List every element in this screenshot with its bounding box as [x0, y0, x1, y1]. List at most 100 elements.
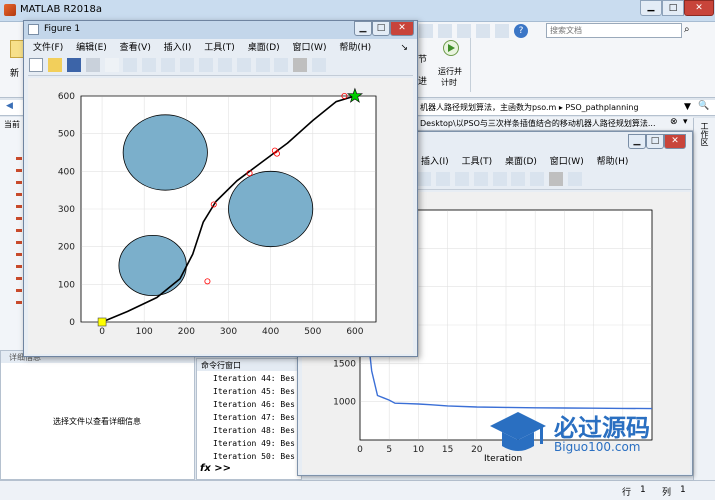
x-tick-label: 600: [346, 327, 363, 337]
new-script-icon[interactable]: [10, 40, 24, 58]
pan-icon[interactable]: [161, 58, 176, 72]
figure1-menu-item[interactable]: 窗口(W): [288, 42, 332, 55]
figure2-menu-item[interactable]: 工具(T): [457, 156, 498, 169]
play-icon: [448, 44, 455, 52]
datacursor-icon[interactable]: [198, 58, 213, 72]
figure-icon: [28, 24, 39, 35]
figure1-window: Figure 1 ▁ □ ✕ 文件(F) 编辑(E) 查看(V) 插入(I) 工…: [23, 20, 418, 357]
colorbar-icon[interactable]: [511, 172, 526, 186]
figure1-close-button[interactable]: ✕: [390, 21, 414, 36]
x-tick-label: 20: [471, 445, 483, 455]
figure2-menu-item[interactable]: 桌面(D): [500, 156, 542, 169]
figure1-menu-bar: 文件(F) 编辑(E) 查看(V) 插入(I) 工具(T) 桌面(D) 窗口(W…: [28, 42, 413, 56]
status-col-label: 列: [662, 488, 672, 498]
x-tick-label: 400: [262, 327, 279, 337]
status-col-value: 1: [680, 485, 686, 495]
figure1-menu-item[interactable]: 帮助(H): [334, 42, 376, 55]
figure1-toolbar: [28, 58, 413, 76]
undo-icon[interactable]: [476, 24, 490, 38]
menu-overflow-icon[interactable]: ↘: [395, 42, 413, 55]
rotate-icon[interactable]: [180, 58, 194, 72]
rotate-icon[interactable]: [435, 172, 450, 186]
hide-plot-tools-icon[interactable]: [293, 58, 308, 72]
editor-close-icon[interactable]: ⊗: [670, 117, 678, 127]
legend-icon[interactable]: [274, 58, 289, 72]
run-and-time-line2: 计时: [441, 78, 457, 87]
colorbar-icon[interactable]: [255, 58, 270, 72]
figure1-menu-item[interactable]: 查看(V): [115, 42, 156, 55]
copy-icon[interactable]: [438, 24, 452, 38]
zoom-in-icon[interactable]: [123, 58, 138, 72]
current-folder-label: 当前: [4, 120, 20, 129]
figure1-title: Figure 1: [44, 24, 81, 34]
x-tick-label: 500: [304, 327, 321, 337]
x-tick-label: 10: [413, 445, 425, 455]
main-maximize-button[interactable]: □: [662, 0, 684, 16]
y-tick-label: 600: [58, 92, 75, 102]
command-line: Iteration 48: Bes: [213, 426, 295, 435]
status-row-label: 行: [622, 488, 632, 498]
figure2-menu-item[interactable]: 窗口(W): [545, 156, 589, 169]
watermark-url: Biguo100.com: [554, 440, 641, 454]
save-icon[interactable]: [66, 58, 81, 72]
figure2-minimize-button[interactable]: ▁: [628, 134, 646, 149]
paste-icon[interactable]: [457, 24, 471, 38]
obstacle-circle: [118, 234, 187, 297]
figure1-minimize-button[interactable]: ▁: [354, 21, 372, 36]
hide-plot-tools-icon[interactable]: [549, 172, 564, 186]
x-tick-label: 0: [99, 327, 105, 337]
x-tick-label: 15: [442, 445, 453, 455]
redo-icon[interactable]: [495, 24, 509, 38]
zoom-out-icon[interactable]: [142, 58, 157, 72]
file-list-icons: [16, 157, 22, 307]
start-marker: [97, 317, 107, 327]
path-planning-chart[interactable]: 0 100 200 300 400 500 600 0 100 200 300 400 500 600: [28, 78, 413, 354]
show-plot-tools-icon[interactable]: [312, 58, 327, 72]
brush-icon[interactable]: [217, 58, 232, 72]
obstacle-circle: [122, 114, 208, 191]
x-tick-label: 300: [220, 327, 237, 337]
command-window[interactable]: 命令行窗口 Iteration 44: Bes Iteration 45: Be…: [196, 358, 302, 480]
new-figure-icon[interactable]: [29, 58, 43, 72]
open-file-icon[interactable]: [47, 58, 62, 72]
command-prompt[interactable]: fx >>: [200, 463, 231, 474]
figure1-menu-item[interactable]: 编辑(E): [71, 42, 112, 55]
search-icon[interactable]: ⌕: [684, 24, 690, 35]
figure1-menu-item[interactable]: 桌面(D): [243, 42, 285, 55]
figure2-close-button[interactable]: ✕: [664, 134, 686, 149]
search-documentation-input[interactable]: [546, 23, 682, 38]
brush-icon[interactable]: [473, 172, 488, 186]
y-tick-label: 200: [58, 243, 75, 253]
figure2-menu-item[interactable]: 插入(I): [416, 156, 454, 169]
workspace-side-tab[interactable]: 工作区: [693, 118, 715, 480]
select-arrow-icon[interactable]: [104, 58, 119, 72]
link-icon[interactable]: [492, 172, 507, 186]
browse-folder-icon[interactable]: 🔍: [698, 101, 709, 111]
back-arrow-icon[interactable]: ◀: [6, 101, 13, 111]
current-folder-pane: 当前: [0, 117, 24, 352]
new-label: 新: [10, 69, 20, 79]
main-minimize-button[interactable]: ▁: [640, 0, 662, 16]
figure1-menu-item[interactable]: 插入(I): [159, 42, 197, 55]
cut-icon[interactable]: [419, 24, 433, 38]
obstacle-circle: [228, 170, 314, 248]
address-dropdown-icon[interactable]: ▼: [684, 102, 691, 112]
main-close-button[interactable]: ✕: [684, 0, 714, 16]
legend-icon[interactable]: [530, 172, 545, 186]
print-icon[interactable]: [85, 58, 100, 72]
pan-icon[interactable]: [417, 172, 431, 186]
figure1-maximize-button[interactable]: □: [372, 21, 390, 36]
workspace-label: 工作区: [700, 122, 709, 146]
show-plot-tools-icon[interactable]: [568, 172, 582, 186]
help-icon[interactable]: ?: [514, 24, 528, 38]
figure1-menu-item[interactable]: 文件(F): [28, 42, 68, 55]
figure1-menu-item[interactable]: 工具(T): [199, 42, 240, 55]
details-pane: 详细信息 选择文件以查看详细信息: [0, 350, 195, 480]
figure2-menu-item[interactable]: 帮助(H): [592, 156, 634, 169]
figure2-maximize-button[interactable]: □: [646, 134, 664, 149]
address-path[interactable]: 机器人路径规划算法，主函数为pso.m ▸ PSO_pathplanning: [420, 102, 639, 113]
link-icon[interactable]: [236, 58, 251, 72]
editor-dropdown-icon[interactable]: ▾: [683, 117, 688, 127]
datacursor-icon[interactable]: [454, 172, 469, 186]
figure1-canvas: 0 100 200 300 400 500 600 0 100 200 300 400 500 600: [28, 78, 413, 354]
